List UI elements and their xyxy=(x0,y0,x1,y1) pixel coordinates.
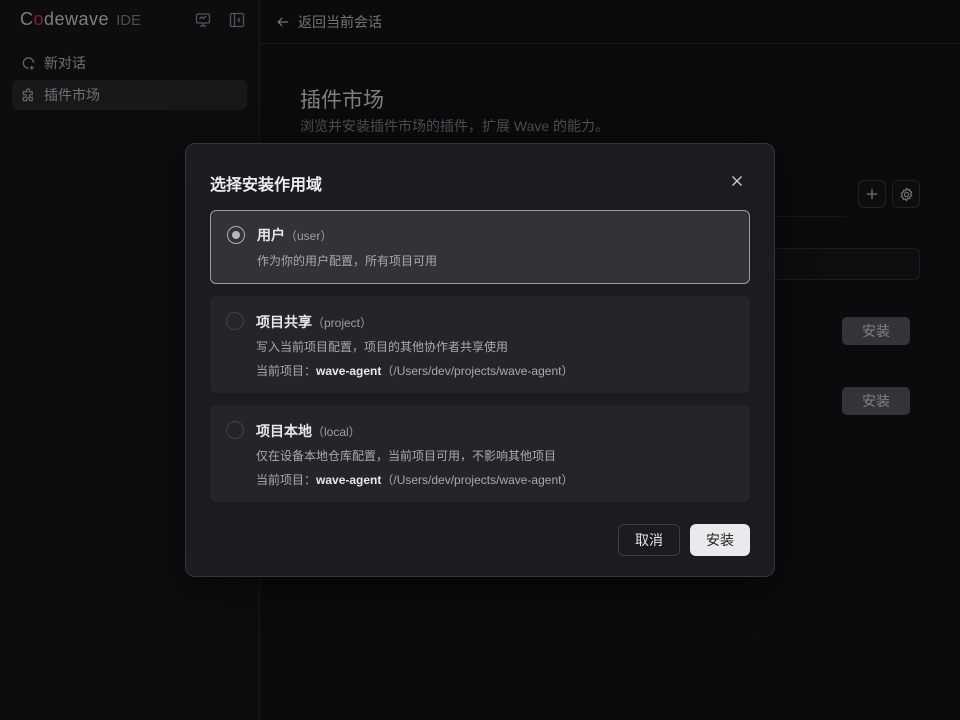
cancel-button[interactable]: 取消 xyxy=(618,524,680,556)
scope-option-project[interactable]: 项目共享（project） 写入当前项目配置，项目的其他协作者共享使用 当前项目… xyxy=(210,296,750,393)
dialog-title: 选择安装作用域 xyxy=(210,177,323,194)
option-title: 项目本地（local） xyxy=(256,423,361,439)
option-title: 用户（user） xyxy=(257,227,333,243)
scope-option-local[interactable]: 项目本地（local） 仅在设备本地仓库配置，当前项目可用，不影响其他项目 当前… xyxy=(210,405,750,502)
scope-option-user[interactable]: 用户（user） 作为你的用户配置，所有项目可用 xyxy=(210,210,750,284)
option-title: 项目共享（project） xyxy=(256,314,373,330)
install-scope-dialog: 选择安装作用域 用户（user） 作为你的用户配置，所有项目可用 项目共享（pr… xyxy=(185,143,775,577)
radio-local[interactable] xyxy=(226,421,244,439)
radio-user[interactable] xyxy=(227,226,245,244)
option-description: 写入当前项目配置，项目的其他协作者共享使用 xyxy=(256,340,509,354)
option-project-info: 当前项目：wave-agent（/Users/dev/projects/wave… xyxy=(256,364,574,378)
option-description: 作为你的用户配置，所有项目可用 xyxy=(257,254,438,268)
radio-project[interactable] xyxy=(226,312,244,330)
close-icon[interactable] xyxy=(726,170,748,192)
confirm-install-button[interactable]: 安装 xyxy=(690,524,750,556)
option-project-info: 当前项目：wave-agent（/Users/dev/projects/wave… xyxy=(256,473,574,487)
option-description: 仅在设备本地仓库配置，当前项目可用，不影响其他项目 xyxy=(256,449,557,463)
